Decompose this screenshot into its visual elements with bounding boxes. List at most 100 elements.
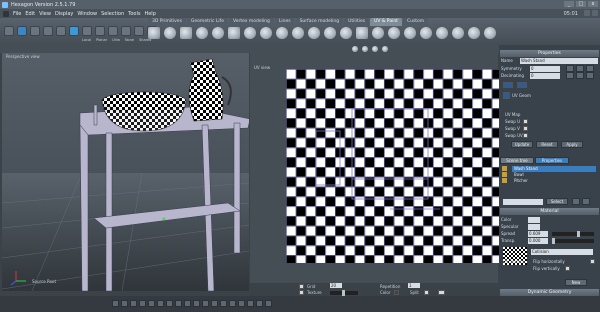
decimate-2-button[interactable] — [576, 72, 584, 79]
uv-geom-toggle-icon[interactable] — [503, 92, 510, 99]
tab-utilities[interactable]: Utilities — [344, 18, 370, 26]
scene-option-button[interactable] — [582, 198, 590, 205]
new-material-button[interactable]: New — [565, 279, 587, 286]
cube-icon[interactable] — [121, 26, 131, 36]
menu-edit[interactable]: Edit — [25, 11, 35, 17]
perspective-viewport[interactable]: Perspective view Source Root — [1, 53, 251, 292]
visibility-icon[interactable] — [502, 166, 507, 171]
tab-3d-primitives[interactable]: 3D Primitives — [148, 18, 186, 26]
menu-window[interactable]: Window — [77, 11, 97, 17]
menu-help[interactable]: Help — [144, 11, 155, 17]
help-icon[interactable] — [584, 10, 590, 16]
uv-faces-icon[interactable] — [517, 82, 527, 88]
wireframe-icon[interactable] — [229, 300, 236, 307]
tab-geometric-life[interactable]: Geometric Life — [186, 18, 228, 26]
menu-view[interactable]: View — [39, 11, 51, 17]
visibility-icon[interactable] — [502, 172, 507, 177]
select-icon[interactable] — [17, 26, 27, 36]
orbit-icon[interactable] — [193, 300, 200, 307]
pan-icon[interactable] — [184, 300, 191, 307]
name-field[interactable]: Wash Stand — [520, 58, 598, 64]
menu-display[interactable]: Display — [55, 11, 73, 17]
vertex-mode-icon[interactable] — [108, 26, 118, 36]
uv-sphere-icon[interactable] — [164, 27, 176, 39]
flip-v-checkbox[interactable] — [565, 266, 570, 271]
lights-icon[interactable] — [238, 300, 245, 307]
symmetry-z-button[interactable] — [586, 65, 594, 72]
uv-relax-icon[interactable] — [244, 27, 256, 39]
paint-fill-icon[interactable] — [340, 27, 352, 39]
uvw-icon[interactable] — [134, 26, 144, 36]
view-perspective-icon[interactable] — [166, 300, 173, 307]
swap-v-checkbox[interactable] — [523, 126, 528, 131]
uv-geom-icon[interactable] — [503, 82, 513, 88]
camera-icon[interactable] — [438, 290, 445, 295]
texture-checkbox[interactable] — [299, 290, 304, 295]
view-front-icon[interactable] — [112, 300, 119, 307]
paint-export-icon[interactable] — [468, 27, 480, 39]
uv-view-fit-icon[interactable] — [382, 46, 388, 52]
uv-view-move-icon[interactable] — [352, 46, 358, 52]
decimate-3-button[interactable] — [586, 72, 594, 79]
tab-custom[interactable]: Custom — [402, 18, 429, 26]
maximize-button[interactable]: □ — [576, 1, 586, 7]
paint-mask-icon[interactable] — [436, 27, 448, 39]
undo-icon[interactable] — [4, 26, 14, 36]
uv-view-rotate-icon[interactable] — [362, 46, 368, 52]
settings-icon[interactable] — [592, 10, 598, 16]
uv-planar-icon[interactable] — [228, 27, 240, 39]
tab-lines[interactable]: Lines — [274, 18, 295, 26]
lasso-icon[interactable] — [30, 26, 40, 36]
shading-icon[interactable] — [220, 300, 227, 307]
paint-stamp-icon[interactable] — [388, 27, 400, 39]
texture-slider[interactable] — [330, 290, 358, 296]
snap-icon[interactable] — [256, 300, 263, 307]
symmetry-x-button[interactable] — [566, 65, 574, 72]
flip-h-checkbox[interactable] — [590, 259, 595, 264]
render-icon[interactable] — [211, 300, 218, 307]
scene-item-pitcher[interactable]: Pitcher — [512, 178, 596, 184]
grid-icon[interactable] — [247, 300, 254, 307]
uv-cylinder-icon[interactable] — [196, 27, 208, 39]
object-mode-icon[interactable] — [69, 26, 79, 36]
view-back-icon[interactable] — [121, 300, 128, 307]
tab-surface-modeling[interactable]: Surface modeling — [295, 18, 344, 26]
symmetry-field[interactable]: 0 — [530, 66, 560, 72]
visibility-icon[interactable] — [502, 178, 507, 183]
uv-view-scale-icon[interactable] — [372, 46, 378, 52]
decimate-1-button[interactable] — [566, 72, 574, 79]
menu-selection[interactable]: Selection — [101, 11, 124, 17]
repetition-field[interactable]: 1 — [408, 283, 420, 288]
minimize-button[interactable]: _ — [564, 1, 574, 7]
uv-cube-icon[interactable] — [180, 27, 192, 39]
paint-smudge-icon[interactable] — [372, 27, 384, 39]
edge-mode-icon[interactable] — [95, 26, 105, 36]
transp-field[interactable]: 0.000 — [528, 238, 548, 244]
uv-mapping-icon[interactable] — [148, 27, 160, 39]
swap-u-checkbox[interactable] — [523, 119, 528, 124]
transp-slider[interactable] — [552, 238, 594, 244]
paint-select-icon[interactable] — [43, 26, 53, 36]
view-bottom-icon[interactable] — [157, 300, 164, 307]
zoom-icon[interactable] — [175, 300, 182, 307]
select-button[interactable]: Select — [546, 198, 568, 205]
tab-properties[interactable]: Properties — [535, 157, 569, 164]
tab-vertex-modeling[interactable]: Vertex modeling — [228, 18, 274, 26]
view-right-icon[interactable] — [139, 300, 146, 307]
spread-slider[interactable] — [552, 231, 594, 237]
uv-select-icon[interactable] — [308, 27, 320, 39]
uv-weld-icon[interactable] — [276, 27, 288, 39]
grid-field[interactable]: 20 — [330, 283, 342, 288]
menu-file[interactable]: File — [13, 11, 21, 17]
menu-tools[interactable]: Tools — [128, 11, 140, 17]
camera-icon[interactable] — [265, 300, 272, 307]
paint-layer-icon[interactable] — [420, 27, 432, 39]
tab-uv-paint[interactable]: UV & Paint — [370, 18, 402, 26]
apply-button[interactable]: Apply — [561, 141, 583, 148]
reset-button[interactable]: Reset — [536, 141, 558, 148]
symmetry-y-button[interactable] — [576, 65, 584, 72]
view-left-icon[interactable] — [130, 300, 137, 307]
magnet-icon[interactable] — [56, 26, 66, 36]
update-button[interactable]: Update — [511, 141, 533, 148]
paint-settings-icon[interactable] — [484, 27, 496, 39]
